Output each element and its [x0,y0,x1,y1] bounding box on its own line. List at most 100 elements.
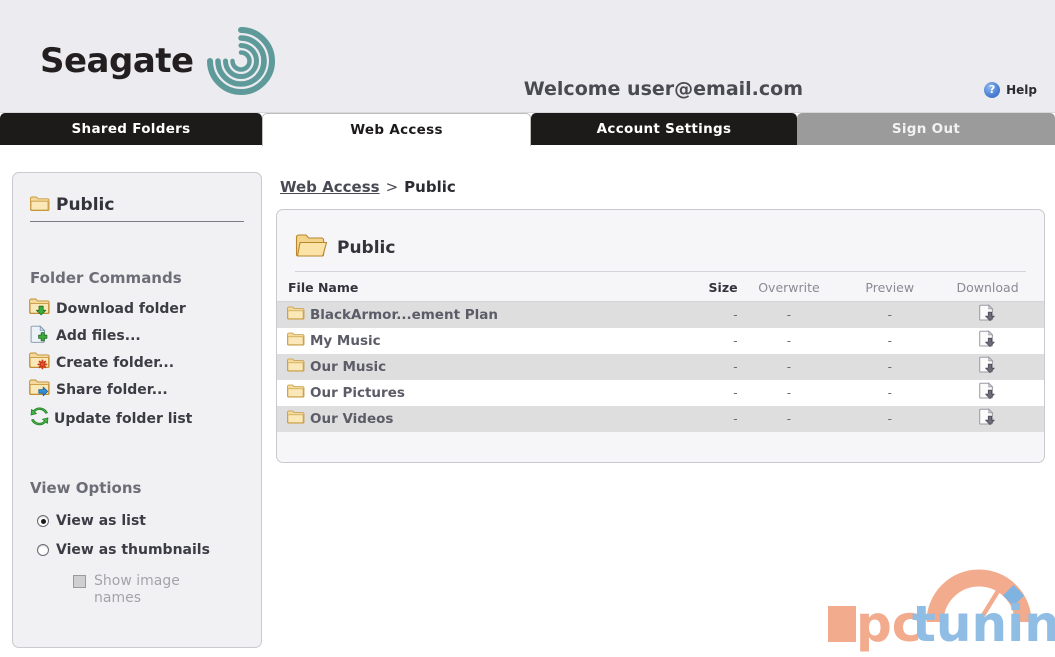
view-option-label: View as thumbnails [56,542,210,558]
file-table: File Name Size Overwrite Preview Downloa… [277,274,1044,432]
column-header-size[interactable]: Size [647,280,738,295]
file-overwrite-cell: - [786,334,792,348]
main-tab-bar: Shared Folders Web Access Account Settin… [0,113,1055,146]
tab-shared-folders[interactable]: Shared Folders [0,113,262,145]
file-size-cell: - [733,360,738,374]
download-file-icon[interactable] [978,355,997,379]
file-preview-cell: - [887,308,892,322]
tab-web-access[interactable]: Web Access [262,113,531,146]
file-size-cell: - [733,334,738,348]
file-download-cell[interactable] [939,329,1036,353]
seagate-logo: Seagate [40,18,284,104]
file-download-cell[interactable] [939,355,1036,379]
tab-account-settings[interactable]: Account Settings [531,113,797,145]
sidebar-panel: Public Folder Commands Download folder A… [12,172,262,648]
breadcrumb-current: Public [404,178,456,196]
column-header-preview[interactable]: Preview [840,280,939,295]
welcome-message: Welcome user@email.com [523,78,803,100]
watermark-text-pc: pc [856,595,921,653]
brand-wordmark: Seagate [40,41,194,81]
column-header-download[interactable]: Download [939,280,1036,295]
sidebar-current-folder-label: Public [56,195,115,215]
sidebar-command-label: Add files... [56,328,141,344]
seagate-spiral-logo-icon [198,18,284,104]
tab-sign-out[interactable]: Sign Out [797,113,1055,145]
sidebar-command-label: Update folder list [54,410,193,427]
file-name-cell[interactable]: Our Music [287,358,647,376]
sidebar-command-label: Create folder... [56,355,175,371]
sidebar-command-add-files[interactable]: Add files... [29,325,141,347]
file-download-cell[interactable] [939,381,1036,405]
file-size-cell: - [733,386,738,400]
file-size-cell: - [733,412,738,426]
folder-icon [287,306,305,324]
radio-view-as-thumbnails[interactable]: View as thumbnails [37,542,210,558]
help-link[interactable]: ? Help [984,82,1037,98]
table-row[interactable]: My Music - - - [277,328,1044,354]
table-row[interactable]: BlackArmor...ement Plan - - - [277,302,1044,328]
radio-view-as-list[interactable]: View as list [37,513,146,529]
file-name-label: BlackArmor...ement Plan [310,307,498,323]
folder-icon [30,196,50,215]
sidebar-current-folder[interactable]: Public [30,195,244,222]
sidebar-command-update-folder-list[interactable]: Update folder list [29,407,193,429]
page-header: Seagate Welcome user@email.com ? Help [0,0,1055,113]
table-row[interactable]: Our Music - - - [277,354,1044,380]
file-preview-cell: - [887,360,892,374]
refresh-icon [30,407,49,429]
download-file-icon[interactable] [978,381,997,405]
file-name-label: My Music [310,333,381,349]
file-overwrite-cell: - [786,412,792,426]
file-download-cell[interactable] [939,407,1036,431]
folder-share-icon [29,379,51,401]
checkbox-show-image-names: Show image names [73,573,223,607]
folder-download-icon [29,298,51,320]
download-file-icon[interactable] [978,329,997,353]
column-header-file-name[interactable]: File Name [287,280,647,295]
file-name-label: Our Videos [310,411,394,427]
file-preview-cell: - [887,334,892,348]
sidebar-command-label: Download folder [56,301,186,317]
file-name-cell[interactable]: BlackArmor...ement Plan [287,306,647,324]
page-add-icon [29,325,51,347]
folder-icon [287,410,305,428]
file-browser-panel: Public File Name Size Overwrite Preview … [276,209,1045,463]
download-file-icon[interactable] [978,407,997,431]
folder-new-icon [29,352,51,374]
file-download-cell[interactable] [939,303,1036,327]
download-file-icon[interactable] [978,303,997,327]
watermark-text-tuning: tuning [912,595,1055,653]
sidebar-command-download-folder[interactable]: Download folder [29,298,186,320]
question-mark-circle-icon: ? [984,82,1001,98]
folder-icon [287,384,305,402]
view-option-label: View as list [56,513,146,529]
file-overwrite-cell: - [786,360,792,374]
file-table-header: File Name Size Overwrite Preview Downloa… [277,274,1044,302]
radio-selected-icon [37,515,49,527]
folder-icon [287,358,305,376]
file-overwrite-cell: - [786,386,792,400]
column-header-overwrite[interactable]: Overwrite [738,280,841,295]
sidebar-command-share-folder[interactable]: Share folder... [29,379,168,401]
help-label: Help [1006,83,1037,97]
file-name-cell[interactable]: Our Pictures [287,384,647,402]
view-options-heading: View Options [30,479,142,497]
file-preview-cell: - [887,386,892,400]
folder-icon [287,332,305,350]
file-name-cell[interactable]: My Music [287,332,647,350]
table-row[interactable]: Our Pictures - - - [277,380,1044,406]
panel-folder-title-label: Public [337,237,396,258]
file-size-cell: - [733,308,738,322]
sidebar-command-create-folder[interactable]: Create folder... [29,352,174,374]
pctuning-watermark: pc tuning [820,560,1055,653]
table-row[interactable]: Our Videos - - - [277,406,1044,432]
file-name-cell[interactable]: Our Videos [287,410,647,428]
folder-open-icon [295,232,328,263]
file-name-label: Our Music [310,359,387,375]
breadcrumb-link-web-access[interactable]: Web Access [280,178,380,196]
folder-commands-heading: Folder Commands [30,269,182,287]
radio-unselected-icon [37,544,49,556]
show-image-names-label: Show image names [94,573,180,606]
checkbox-icon [73,575,86,588]
sidebar-command-label: Share folder... [56,382,168,398]
